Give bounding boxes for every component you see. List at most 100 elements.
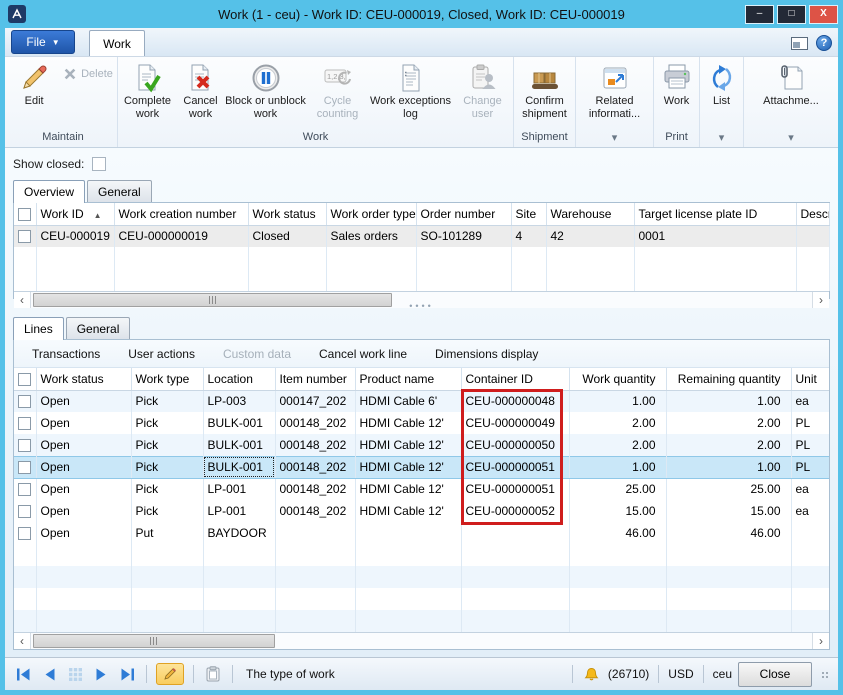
cell-creation-number[interactable]: CEU-000000019 — [114, 225, 248, 247]
row-checkbox[interactable] — [18, 417, 31, 430]
column-header-work-creation-number[interactable]: Work creation number — [114, 203, 248, 225]
column-header-description[interactable]: Descri — [796, 203, 829, 225]
column-header-work-status[interactable]: Work status — [36, 368, 131, 390]
scrollbar-thumb[interactable] — [33, 293, 392, 307]
column-header-location[interactable]: Location — [203, 368, 275, 390]
last-record-button[interactable] — [117, 664, 137, 684]
lines-grid: Work status Work type Location Item numb… — [14, 368, 829, 632]
lines-row[interactable]: OpenPut BAYDOOR 46.0046.00 — [14, 522, 829, 544]
cell-site[interactable]: 4 — [511, 225, 546, 247]
cancel-work-line-button[interactable]: Cancel work line — [305, 347, 421, 361]
list-dropdown-arrow-icon[interactable]: ▾ — [700, 131, 743, 147]
notification-count[interactable]: (26710) — [608, 667, 649, 681]
cell-order-number[interactable]: SO-101289 — [416, 225, 511, 247]
print-work-button[interactable]: Work — [655, 59, 699, 108]
lines-row[interactable]: OpenPick LP-001000148_202 HDMI Cable 12'… — [14, 478, 829, 500]
currency-indicator[interactable]: USD — [668, 667, 693, 681]
ribbon: Edit Delete Maintain Complete work — [5, 57, 838, 148]
ribbon-tab-work[interactable]: Work — [89, 30, 145, 56]
select-all-checkbox[interactable] — [18, 373, 31, 386]
tab-overview[interactable]: Overview — [13, 180, 85, 203]
close-button[interactable]: Close — [738, 662, 812, 687]
lines-horizontal-scrollbar[interactable]: ‹ › — [14, 632, 829, 649]
tab-lines-general[interactable]: General — [66, 317, 131, 339]
grid-view-button — [65, 664, 85, 684]
row-checkbox[interactable] — [18, 439, 31, 452]
column-header-unit[interactable]: Unit — [791, 368, 829, 390]
column-header-work-order-type[interactable]: Work order type — [326, 203, 416, 225]
lines-row[interactable]: OpenPick LP-003000147_202 HDMI Cable 6'C… — [14, 390, 829, 412]
attachments-dropdown-arrow-icon[interactable]: ▾ — [744, 131, 838, 147]
paste-clipboard-button[interactable] — [203, 664, 223, 684]
previous-record-button[interactable] — [39, 664, 59, 684]
column-header-item-number[interactable]: Item number — [275, 368, 355, 390]
focused-cell-location[interactable]: BULK-001 — [203, 456, 275, 478]
tab-lines[interactable]: Lines — [13, 317, 64, 340]
first-record-button[interactable] — [13, 664, 33, 684]
scrollbar-thumb[interactable] — [33, 634, 275, 648]
confirm-shipment-button[interactable]: Confirm shipment — [515, 59, 575, 121]
column-header-container-id[interactable]: Container ID — [461, 368, 569, 390]
row-checkbox[interactable] — [18, 230, 31, 243]
row-checkbox[interactable] — [18, 461, 31, 474]
company-indicator[interactable]: ceu — [713, 667, 732, 681]
help-icon[interactable]: ? — [816, 35, 832, 51]
row-checkbox[interactable] — [18, 527, 31, 540]
overview-horizontal-scrollbar[interactable]: ‹ › — [14, 291, 829, 308]
column-header-work-id[interactable]: Work ID▲ — [36, 203, 114, 225]
list-button[interactable]: List — [701, 59, 743, 108]
row-checkbox[interactable] — [18, 483, 31, 496]
lines-row[interactable]: OpenPick BULK-001000148_202 HDMI Cable 1… — [14, 434, 829, 456]
lines-row[interactable]: OpenPick LP-001000148_202 HDMI Cable 12'… — [14, 500, 829, 522]
next-record-button[interactable] — [91, 664, 111, 684]
tab-overview-general[interactable]: General — [87, 180, 152, 202]
column-header-warehouse[interactable]: Warehouse — [546, 203, 634, 225]
edit-button[interactable]: Edit — [9, 59, 59, 108]
column-header-product-name[interactable]: Product name — [355, 368, 461, 390]
complete-work-button[interactable]: Complete work — [119, 59, 177, 121]
related-information-button[interactable]: Related informati... — [578, 59, 652, 121]
cell-target-lp[interactable]: 0001 — [634, 225, 796, 247]
scroll-right-arrow[interactable]: › — [812, 292, 829, 308]
column-header-order-number[interactable]: Order number — [416, 203, 511, 225]
block-unblock-button[interactable]: Block or unblock work — [225, 59, 307, 121]
cell-work-status[interactable]: Closed — [248, 225, 326, 247]
column-header-work-type[interactable]: Work type — [131, 368, 203, 390]
column-header-work-status[interactable]: Work status — [248, 203, 326, 225]
related-dropdown-arrow-icon[interactable]: ▾ — [576, 131, 653, 147]
close-window-button[interactable]: X — [809, 5, 838, 24]
column-header-site[interactable]: Site — [511, 203, 546, 225]
select-all-checkbox[interactable] — [18, 208, 31, 221]
cell-description[interactable] — [796, 225, 829, 247]
column-header-target-license-plate[interactable]: Target license plate ID — [634, 203, 796, 225]
row-checkbox[interactable] — [18, 505, 31, 518]
scroll-left-arrow[interactable]: ‹ — [14, 292, 31, 308]
cell-work-id[interactable]: CEU-000019 — [36, 225, 114, 247]
overview-row[interactable]: CEU-000019 CEU-000000019 Closed Sales or… — [14, 225, 829, 247]
select-all-checkbox-cell[interactable] — [14, 203, 36, 225]
maximize-button[interactable]: □ — [777, 5, 806, 24]
minimize-button[interactable]: – — [745, 5, 774, 24]
user-actions-button[interactable]: User actions — [114, 347, 209, 361]
layout-toggle-icon[interactable] — [791, 37, 808, 50]
ribbon-group-related-information: Related informati... ▾ — [575, 57, 653, 147]
edit-mode-toggle-button[interactable] — [156, 663, 184, 685]
notifications-bell-icon[interactable] — [582, 664, 602, 684]
cell-order-type[interactable]: Sales orders — [326, 225, 416, 247]
attachments-button[interactable]: Attachme... — [751, 59, 831, 108]
scroll-left-arrow[interactable]: ‹ — [14, 633, 31, 649]
cancel-work-button[interactable]: Cancel work — [177, 59, 225, 121]
transactions-button[interactable]: Transactions — [18, 347, 114, 361]
cell-warehouse[interactable]: 42 — [546, 225, 634, 247]
resize-grip[interactable] — [818, 668, 830, 680]
row-checkbox[interactable] — [18, 395, 31, 408]
column-header-work-quantity[interactable]: Work quantity — [569, 368, 666, 390]
lines-row[interactable]: OpenPick BULK-001000148_202 HDMI Cable 1… — [14, 412, 829, 434]
show-closed-checkbox[interactable] — [92, 157, 106, 171]
lines-row-selected[interactable]: OpenPick BULK-001000148_202 HDMI Cable 1… — [14, 456, 829, 478]
work-exceptions-log-button[interactable]: Work exceptions log — [369, 59, 453, 121]
scroll-right-arrow[interactable]: › — [812, 633, 829, 649]
file-menu-button[interactable]: File ▼ — [11, 30, 75, 54]
dimensions-display-button[interactable]: Dimensions display — [421, 347, 552, 361]
column-header-remaining-quantity[interactable]: Remaining quantity — [666, 368, 791, 390]
